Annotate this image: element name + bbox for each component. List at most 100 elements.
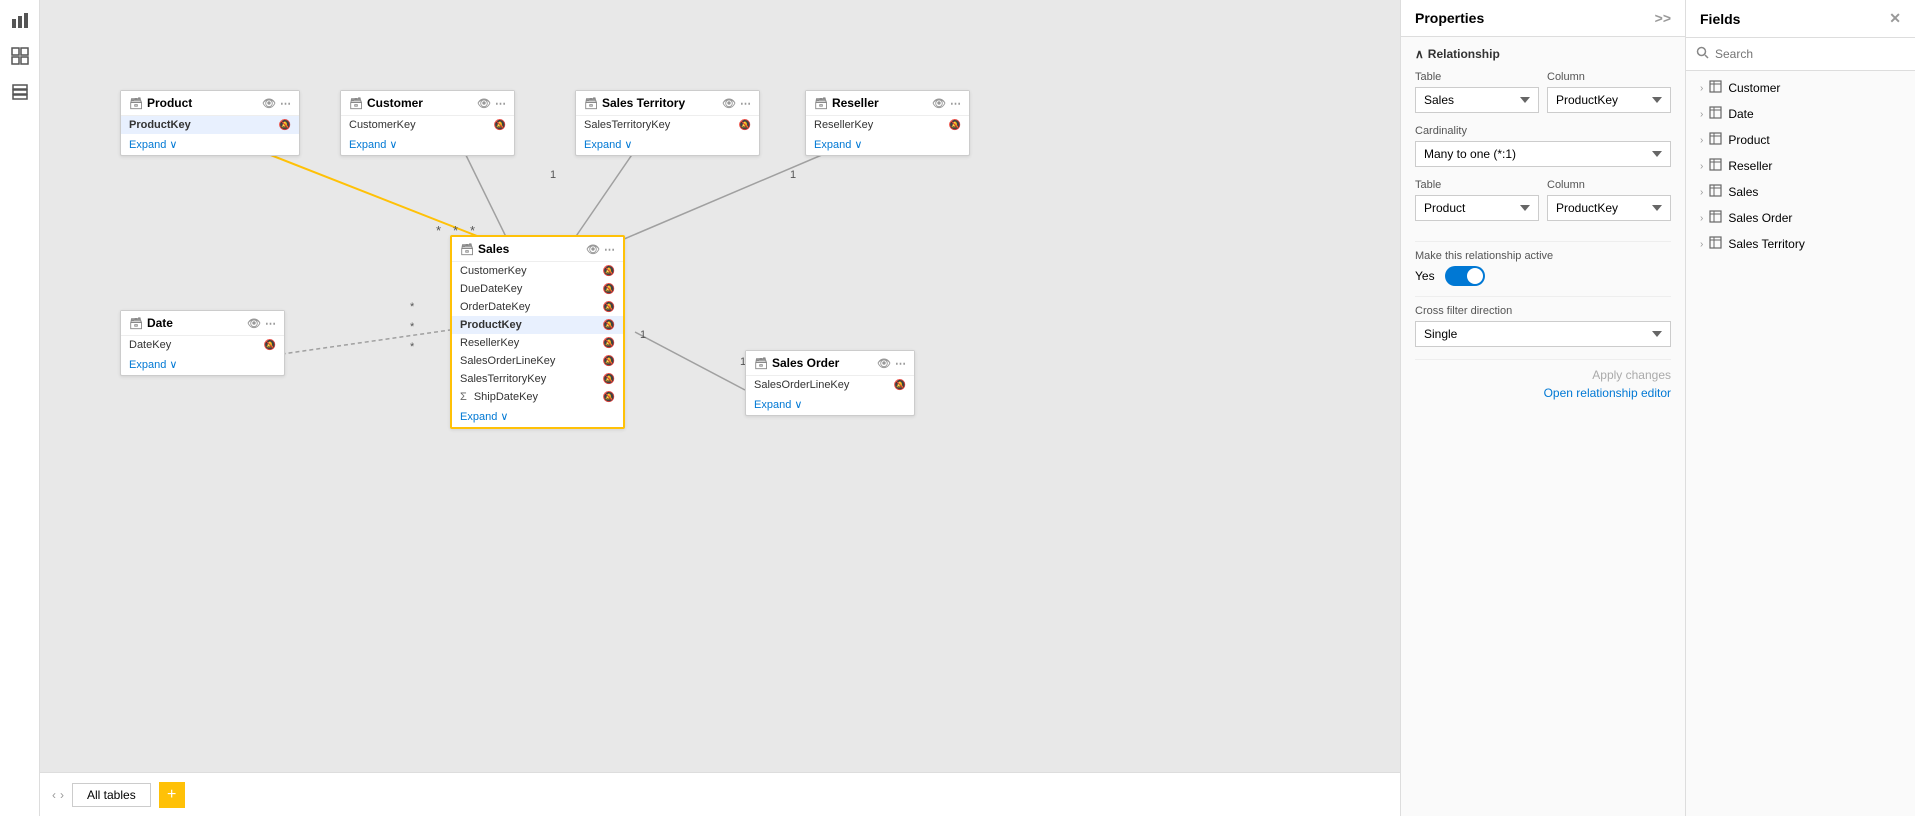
sales-row-shipdatekey: Σ ShipDateKey 🔕	[452, 388, 623, 406]
properties-title: Properties	[1415, 10, 1484, 26]
st-eye-icon[interactable]: 👁	[722, 97, 736, 110]
svg-text:*: *	[410, 321, 415, 333]
customer-more-icon[interactable]: ⋯	[495, 97, 506, 110]
table-sales-territory-header: 🗃 Sales Territory 👁 ⋯	[576, 91, 759, 116]
fields-panel: Fields ✕ › Customer ›	[1685, 0, 1915, 816]
field-item-sales[interactable]: › Sales	[1686, 179, 1915, 205]
customer-expand[interactable]: Expand ∨	[341, 134, 514, 155]
st-row-key: SalesTerritoryKey 🔕	[576, 116, 759, 134]
reseller-more-icon[interactable]: ⋯	[950, 97, 961, 110]
st-more-icon[interactable]: ⋯	[740, 97, 751, 110]
field-chevron-icon: ›	[1700, 213, 1703, 224]
add-tab-button[interactable]: +	[159, 782, 185, 808]
table1-label: Table	[1415, 71, 1539, 83]
so-row-key: SalesOrderLineKey 🔕	[746, 376, 914, 394]
cross-filter-select[interactable]: Single	[1415, 321, 1671, 347]
st-expand[interactable]: Expand ∨	[576, 134, 759, 155]
properties-header: Properties >>	[1401, 0, 1685, 37]
relationship-section: ∧ Relationship	[1415, 47, 1671, 61]
cardinality-select[interactable]: Many to one (*:1)	[1415, 141, 1671, 167]
table2-select[interactable]: Product	[1415, 195, 1539, 221]
layers-icon[interactable]	[8, 80, 32, 104]
table-date-header: 🗃 Date 👁 ⋯	[121, 311, 284, 336]
table-reseller: 🗃 Reseller 👁 ⋯ ResellerKey 🔕 Expand ∨	[805, 90, 970, 156]
table-product-icon: 🗃	[129, 97, 143, 110]
field-name: Date	[1728, 107, 1901, 121]
sales-ddk-icon: 🔕	[603, 284, 615, 295]
customer-eye-icon[interactable]: 👁	[477, 97, 491, 110]
table-date-icon: 🗃	[129, 317, 143, 330]
sales-stk-icon: 🔕	[603, 374, 615, 385]
so-expand[interactable]: Expand ∨	[746, 394, 914, 415]
column2-select[interactable]: ProductKey	[1547, 195, 1671, 221]
field-table-icon	[1709, 106, 1722, 122]
toggle-yes-label: Yes	[1415, 269, 1435, 283]
field-item-sales-order[interactable]: › Sales Order	[1686, 205, 1915, 231]
table-so-header: 🗃 Sales Order 👁 ⋯	[746, 351, 914, 376]
table-reseller-title: Reseller	[832, 96, 928, 110]
svg-text:1: 1	[550, 169, 556, 181]
sales-row-duedatekey: DueDateKey 🔕	[452, 280, 623, 298]
reseller-eye-icon[interactable]: 👁	[932, 97, 946, 110]
sales-more-icon[interactable]: ⋯	[604, 243, 615, 256]
fields-close-icon[interactable]: ✕	[1889, 10, 1901, 27]
date-more-icon[interactable]: ⋯	[265, 317, 276, 330]
nav-next-icon[interactable]: ›	[60, 788, 64, 802]
st-key-icon: 🔕	[739, 120, 751, 131]
so-more-icon[interactable]: ⋯	[895, 357, 906, 370]
date-row-key: DateKey 🔕	[121, 336, 284, 354]
date-eye-icon[interactable]: 👁	[247, 317, 261, 330]
fields-list: › Customer › Date › P	[1686, 71, 1915, 816]
table2-label: Table	[1415, 179, 1539, 191]
search-icon	[1696, 46, 1709, 62]
cross-filter-label: Cross filter direction	[1415, 305, 1671, 317]
table-so-icon: 🗃	[754, 357, 768, 370]
sales-row-resellerkey: ResellerKey 🔕	[452, 334, 623, 352]
grid-icon[interactable]	[8, 44, 32, 68]
product-more-icon[interactable]: ⋯	[280, 97, 291, 110]
field-table-icon	[1709, 80, 1722, 96]
field-table-icon	[1709, 158, 1722, 174]
table-date: 🗃 Date 👁 ⋯ DateKey 🔕 Expand ∨	[120, 310, 285, 376]
open-editor-link[interactable]: Open relationship editor	[1415, 386, 1671, 400]
field-item-date[interactable]: › Date	[1686, 101, 1915, 127]
column1-label: Column	[1547, 71, 1671, 83]
table-reseller-header: 🗃 Reseller 👁 ⋯	[806, 91, 969, 116]
sales-expand[interactable]: Expand ∨	[452, 406, 623, 427]
product-eye-icon[interactable]: 👁	[262, 97, 276, 110]
sales-row-salesorderlinekey: SalesOrderLineKey 🔕	[452, 352, 623, 370]
sales-eye-icon[interactable]: 👁	[586, 243, 600, 256]
relationship-chevron-icon: ∧	[1415, 47, 1424, 61]
field-item-customer[interactable]: › Customer	[1686, 75, 1915, 101]
fields-header: Fields ✕	[1686, 0, 1915, 38]
field-table-icon	[1709, 184, 1722, 200]
field-item-reseller[interactable]: › Reseller	[1686, 153, 1915, 179]
field-table-icon	[1709, 210, 1722, 226]
field-item-product[interactable]: › Product	[1686, 127, 1915, 153]
sales-row-salesterritorykey: SalesTerritoryKey 🔕	[452, 370, 623, 388]
sales-ck-icon: 🔕	[603, 266, 615, 277]
nav-arrows: ‹ ›	[52, 788, 64, 802]
table-customer-icon: 🗃	[349, 97, 363, 110]
table-sales-territory: 🗃 Sales Territory 👁 ⋯ SalesTerritoryKey …	[575, 90, 760, 156]
reseller-expand[interactable]: Expand ∨	[806, 134, 969, 155]
field-item-sales-territory[interactable]: › Sales Territory	[1686, 231, 1915, 257]
so-eye-icon[interactable]: 👁	[877, 357, 891, 370]
nav-prev-icon[interactable]: ‹	[52, 788, 56, 802]
date-expand[interactable]: Expand ∨	[121, 354, 284, 375]
table-customer-title: Customer	[367, 96, 473, 110]
table-sales-header: 🗃 Sales 👁 ⋯	[452, 237, 623, 262]
column1-select[interactable]: ProductKey	[1547, 87, 1671, 113]
field-name: Product	[1728, 133, 1901, 147]
customer-row-customerkey: CustomerKey 🔕	[341, 116, 514, 134]
svg-text:1: 1	[640, 329, 646, 341]
field-name: Customer	[1728, 81, 1901, 95]
reseller-row-key: ResellerKey 🔕	[806, 116, 969, 134]
all-tables-tab[interactable]: All tables	[72, 783, 151, 807]
fields-search-input[interactable]	[1715, 47, 1905, 61]
collapse-icon[interactable]: >>	[1655, 10, 1671, 26]
product-expand[interactable]: Expand ∨	[121, 134, 299, 155]
table1-select[interactable]: Sales	[1415, 87, 1539, 113]
chart-icon[interactable]	[8, 8, 32, 32]
active-toggle[interactable]	[1445, 266, 1485, 286]
